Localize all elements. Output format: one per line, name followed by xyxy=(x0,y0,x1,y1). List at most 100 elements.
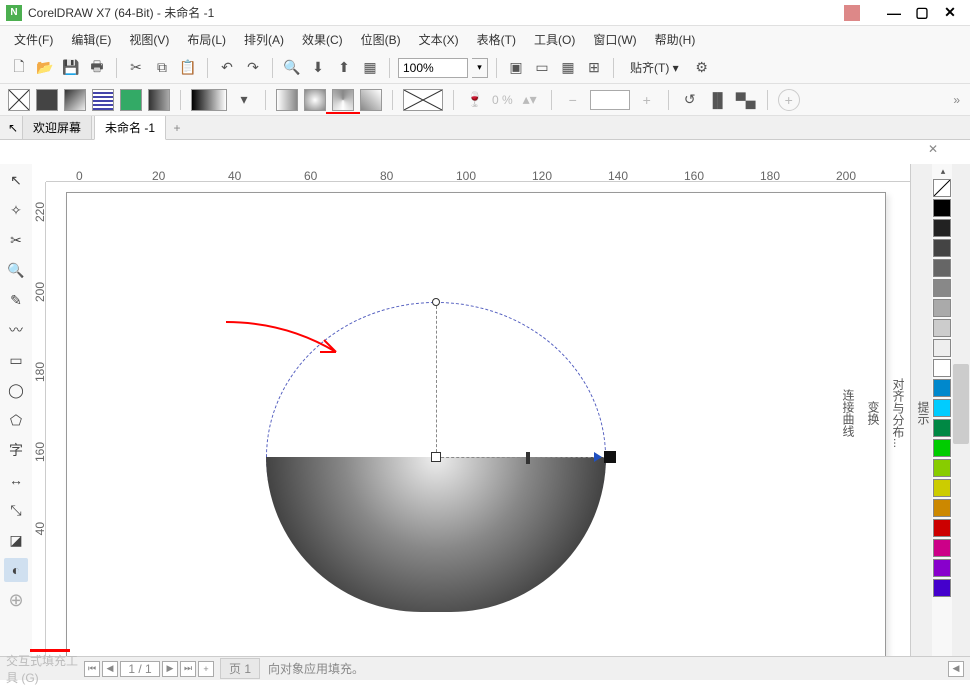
palette-none[interactable] xyxy=(933,179,951,197)
menu-effects[interactable]: 效果(C) xyxy=(294,28,351,51)
user-avatar[interactable] xyxy=(844,5,860,21)
show-guides-icon[interactable]: ⊞ xyxy=(583,57,605,79)
menu-tools[interactable]: 工具(O) xyxy=(526,28,583,51)
more-icon[interactable]: + xyxy=(778,89,800,111)
palette-swatch[interactable] xyxy=(933,259,951,277)
palette-swatch[interactable] xyxy=(933,459,951,477)
scrollbar-thumb[interactable] xyxy=(953,364,969,444)
tab-add-button[interactable]: + xyxy=(168,119,186,137)
show-grid-icon[interactable]: ▦ xyxy=(557,57,579,79)
docker-join[interactable]: 连接曲线 xyxy=(840,170,857,656)
pick-tool[interactable]: ↖ xyxy=(4,168,28,192)
save-icon[interactable]: 💾 xyxy=(60,57,82,79)
fullscreen-icon[interactable]: ▣ xyxy=(505,57,527,79)
menu-window[interactable]: 窗口(W) xyxy=(585,28,644,51)
overflow-icon[interactable]: » xyxy=(953,93,960,107)
search-icon[interactable]: 🔍 xyxy=(281,57,303,79)
menu-text[interactable]: 文本(X) xyxy=(411,28,467,51)
palette-swatch[interactable] xyxy=(933,499,951,517)
menu-layout[interactable]: 布局(L) xyxy=(179,28,234,51)
paste-icon[interactable]: 📋 xyxy=(177,57,199,79)
palette-swatch[interactable] xyxy=(933,439,951,457)
gradient-color-node[interactable] xyxy=(604,451,616,463)
gradient-picker-icon[interactable]: ▾ xyxy=(233,89,255,111)
palette-swatch[interactable] xyxy=(933,559,951,577)
export-icon[interactable]: ⬆ xyxy=(333,57,355,79)
close-button[interactable]: ✕ xyxy=(936,3,964,23)
cut-icon[interactable]: ✂ xyxy=(125,57,147,79)
menu-view[interactable]: 视图(V) xyxy=(121,28,177,51)
palette-swatch[interactable] xyxy=(933,479,951,497)
copy-icon[interactable]: ⧉ xyxy=(151,57,173,79)
snap-dropdown[interactable]: 贴齐(T) ▾ xyxy=(622,56,687,79)
freehand-tool[interactable]: ✎ xyxy=(4,288,28,312)
palette-swatch[interactable] xyxy=(933,359,951,377)
rectangle-tool[interactable]: ▭ xyxy=(4,348,28,372)
page-next-button[interactable]: ▶ xyxy=(162,661,178,677)
options-icon[interactable]: ⚙ xyxy=(691,57,713,79)
show-rulers-icon[interactable]: ▭ xyxy=(531,57,553,79)
redo-icon[interactable]: ↷ xyxy=(242,57,264,79)
palette-swatch[interactable] xyxy=(933,319,951,337)
page-add-button[interactable]: + xyxy=(198,661,214,677)
scrollbar-vertical[interactable] xyxy=(952,164,970,656)
ellipse-tool[interactable]: ◯ xyxy=(4,378,28,402)
tab-close-icon[interactable]: ✕ xyxy=(928,142,938,156)
publish-icon[interactable]: ▦ xyxy=(359,57,381,79)
palette-swatch[interactable] xyxy=(933,579,951,597)
selected-object[interactable] xyxy=(266,302,606,612)
page-tab[interactable]: 页 1 xyxy=(220,658,260,679)
gradient-preview[interactable] xyxy=(191,89,227,111)
palette-swatch[interactable] xyxy=(933,299,951,317)
page-last-button[interactable]: ⏭ xyxy=(180,661,196,677)
gradient-center-node[interactable] xyxy=(431,452,441,462)
new-icon[interactable]: 🗋 xyxy=(8,57,30,79)
crop-tool[interactable]: ✂ xyxy=(4,228,28,252)
pick-tool-icon[interactable]: ↖ xyxy=(4,119,22,137)
hscroll-left[interactable]: ◀ xyxy=(948,661,964,677)
menu-help[interactable]: 帮助(H) xyxy=(647,28,704,51)
page-prev-button[interactable]: ◀ xyxy=(102,661,118,677)
square-type-icon[interactable] xyxy=(360,89,382,111)
palette-swatch[interactable] xyxy=(933,539,951,557)
mirror-v-icon[interactable]: ▀▄ xyxy=(735,89,757,111)
menu-arrange[interactable]: 排列(A) xyxy=(236,28,292,51)
menu-bitmap[interactable]: 位图(B) xyxy=(353,28,409,51)
minimize-button[interactable]: — xyxy=(880,3,908,23)
solid-swatch[interactable] xyxy=(36,89,58,111)
conical-type-icon[interactable] xyxy=(332,89,354,111)
palette-swatch[interactable] xyxy=(933,339,951,357)
palette-swatch[interactable] xyxy=(933,239,951,257)
palette-swatch[interactable] xyxy=(933,279,951,297)
palette-swatch[interactable] xyxy=(933,419,951,437)
open-icon[interactable]: 📂 xyxy=(34,57,56,79)
radial-type-icon[interactable] xyxy=(304,89,326,111)
docker-hints[interactable]: 提示 xyxy=(915,170,932,656)
zoom-dropdown[interactable]: ▾ xyxy=(472,58,488,78)
palette-swatch[interactable] xyxy=(933,379,951,397)
ruler-vertical[interactable]: 220 200 180 160 40 xyxy=(32,182,46,656)
page-counter[interactable]: 1 / 1 xyxy=(120,661,160,677)
transparency-tool[interactable]: ◐ xyxy=(4,558,28,582)
add-tool-button[interactable]: ⊕ xyxy=(4,588,28,612)
connector-tool[interactable]: ⤡ xyxy=(4,498,28,522)
menu-table[interactable]: 表格(T) xyxy=(469,28,524,51)
gradient-mid-handle[interactable] xyxy=(526,452,530,464)
zoom-tool[interactable]: 🔍 xyxy=(4,258,28,282)
tab-welcome[interactable]: 欢迎屏幕 xyxy=(22,115,92,140)
nofill-swatch[interactable] xyxy=(8,89,30,111)
dropshadow-tool[interactable]: ◪ xyxy=(4,528,28,552)
twocolor-swatch[interactable] xyxy=(148,89,170,111)
palette-swatch[interactable] xyxy=(933,519,951,537)
linear-type-icon[interactable] xyxy=(276,89,298,111)
ruler-horizontal[interactable]: 0 20 40 60 80 100 120 140 160 180 200 毫米 xyxy=(46,164,970,182)
mirror-h-icon[interactable]: ▐▌ xyxy=(707,89,729,111)
pattern-swatch[interactable] xyxy=(92,89,114,111)
canvas[interactable] xyxy=(46,182,910,656)
page-first-button[interactable]: ⏮ xyxy=(84,661,100,677)
reverse-icon[interactable]: ↺ xyxy=(679,89,701,111)
gradient-end-node[interactable] xyxy=(432,298,440,306)
docker-align[interactable]: 对齐与分布... xyxy=(890,170,907,656)
node-preview[interactable] xyxy=(403,89,443,111)
palette-swatch[interactable] xyxy=(933,219,951,237)
